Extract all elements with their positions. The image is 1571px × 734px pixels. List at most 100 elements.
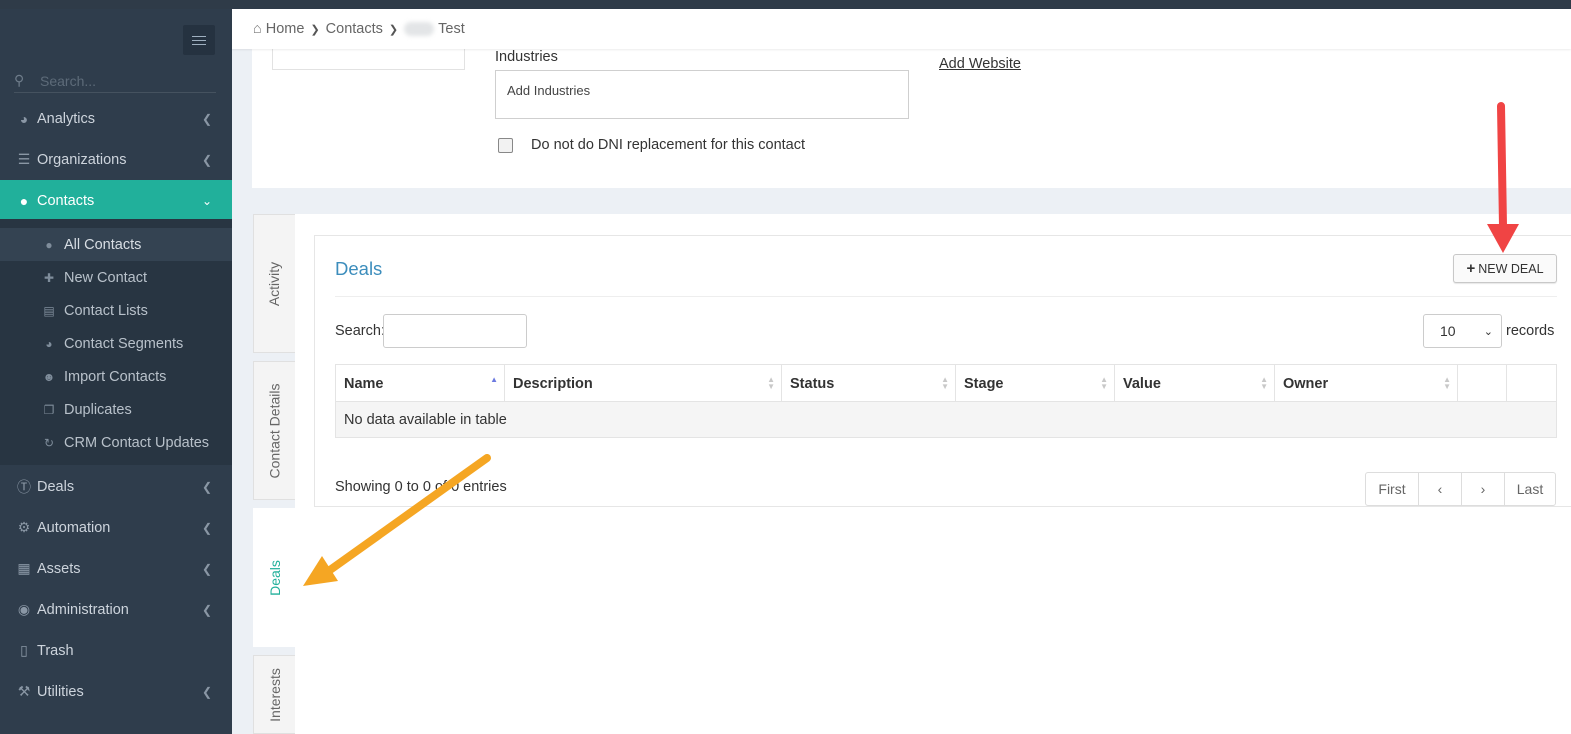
sidebar-item-contacts[interactable]: ● Contacts ⌄ <box>0 180 232 221</box>
dni-checkbox[interactable] <box>498 137 513 153</box>
column-header-description[interactable]: Description ▲ ▼ <box>505 365 782 402</box>
sidebar-subitem-import-contacts[interactable]: ☻ Import Contacts <box>0 360 232 393</box>
sidebar-search-input[interactable] <box>40 72 210 89</box>
new-deal-button[interactable]: + NEW DEAL <box>1453 254 1557 283</box>
pie-chart-icon: ◕ <box>45 336 53 351</box>
wrench-icon: ⚒ <box>17 683 31 699</box>
tab-interests[interactable]: Interests <box>253 655 295 734</box>
page-length-value: 10 <box>1440 323 1456 339</box>
column-header-stage[interactable]: Stage ▲ ▼ <box>956 365 1115 402</box>
deals-search-input[interactable] <box>383 314 527 348</box>
tab-deals[interactable]: Deals <box>253 508 295 647</box>
breadcrumb-current: Test <box>438 21 465 37</box>
sidebar-subitem-crm-contact-updates[interactable]: ↻ CRM Contact Updates <box>0 426 232 459</box>
sidebar-search: ⚲ <box>14 69 216 93</box>
deals-table: Name ▲ Description ▲ ▼ Status ▲ ▼ Stage ▲ ▼… <box>335 364 1557 438</box>
dni-label: Do not do DNI replacement for this conta… <box>531 137 806 153</box>
sidebar-subitem-label: Contact Segments <box>64 335 184 352</box>
sidebar-item-organizations[interactable]: ☰ Organizations ❮ <box>0 139 232 180</box>
sidebar-item-analytics[interactable]: ◕ Analytics ❮ <box>0 98 232 139</box>
deals-search-label: Search: <box>335 323 385 339</box>
sidebar-item-trash[interactable]: ▯ Trash <box>0 630 232 671</box>
sidebar-subitem-contact-segments[interactable]: ◕ Contact Segments <box>0 327 232 360</box>
chevron-right-icon: ❯ <box>310 23 320 36</box>
copy-icon: ❐ <box>43 402 55 417</box>
sidebar-subitem-duplicates[interactable]: ❐ Duplicates <box>0 393 232 426</box>
dashboard-icon: ◕ <box>19 110 29 127</box>
deals-title: Deals <box>335 258 383 279</box>
chevron-right-icon: ❯ <box>388 23 399 36</box>
tab-label: Deals <box>266 559 283 596</box>
sidebar-item-administration[interactable]: ◉ Administration ❮ <box>0 589 232 630</box>
tab-label: Interests <box>266 668 283 722</box>
dollar-icon: Ⓣ <box>17 478 31 495</box>
sidebar-subitem-label: Contact Lists <box>64 302 148 319</box>
tab-content: Deals + NEW DEAL Search: 10 ⌄ records Na… <box>295 214 1571 734</box>
new-deal-label: NEW DEAL <box>1478 261 1544 276</box>
pager-first-button[interactable]: First <box>1366 473 1419 505</box>
chevron-left-icon: ❮ <box>201 684 212 699</box>
sidebar-subitem-label: New Contact <box>64 269 148 286</box>
contact-form-panel: Industries Add Industries Add Website Do… <box>252 49 1571 188</box>
menu-toggle-button[interactable] <box>183 25 215 55</box>
breadcrumb-contacts-link[interactable]: Contacts <box>326 21 383 37</box>
column-header-action-2 <box>1507 365 1556 402</box>
redacted-name <box>404 22 435 36</box>
column-header-name[interactable]: Name ▲ <box>336 365 505 402</box>
breadcrumb-home-link[interactable]: Home <box>266 21 305 37</box>
add-website-link[interactable]: Add Website <box>939 56 1021 72</box>
chevron-left-icon: ❮ <box>201 152 212 167</box>
column-header-status[interactable]: Status ▲ ▼ <box>782 365 956 402</box>
column-header-owner[interactable]: Owner ▲ ▼ <box>1275 365 1458 402</box>
column-label: Stage <box>964 375 1004 392</box>
home-icon: ⌂ <box>253 21 262 37</box>
sidebar-subitem-all-contacts[interactable]: ● All Contacts <box>0 228 232 261</box>
column-label: Value <box>1123 375 1161 392</box>
column-header-action-1 <box>1458 365 1507 402</box>
industries-input[interactable]: Add Industries <box>495 70 909 119</box>
sidebar-item-label: Deals <box>37 478 75 495</box>
tab-activity[interactable]: Activity <box>253 214 295 353</box>
column-header-value[interactable]: Value ▲ ▼ <box>1115 365 1275 402</box>
sidebar-subitem-label: All Contacts <box>64 236 142 253</box>
sidebar-item-label: Automation <box>37 519 111 536</box>
records-label: records <box>1506 323 1555 339</box>
sidebar-subitem-label: CRM Contact Updates <box>64 434 210 451</box>
trash-icon: ▯ <box>20 642 28 658</box>
plus-icon: + <box>1466 260 1476 277</box>
contact-photo-box <box>272 49 465 70</box>
sidebar-item-label: Utilities <box>37 683 84 700</box>
sidebar-item-label: Trash <box>37 642 74 659</box>
pager-next-button[interactable]: › <box>1462 473 1505 505</box>
sort-icon: ▲ ▼ <box>767 375 775 391</box>
sidebar-item-label: Organizations <box>37 151 127 168</box>
tab-contact-details[interactable]: Contact Details <box>253 361 295 500</box>
page-length-select[interactable]: 10 ⌄ <box>1423 314 1502 348</box>
empty-table-row: No data available in table <box>336 402 1556 437</box>
sidebar-item-deals[interactable]: Ⓣ Deals ❮ <box>0 466 232 507</box>
grid-icon: ▦ <box>17 560 31 576</box>
pager-last-button[interactable]: Last <box>1505 473 1555 505</box>
pager-prev-button[interactable]: ‹ <box>1419 473 1462 505</box>
sidebar-item-label: Assets <box>37 560 81 577</box>
sidebar-item-automation[interactable]: ⚙ Automation ❮ <box>0 507 232 548</box>
sidebar-subitem-new-contact[interactable]: ✚ New Contact <box>0 261 232 294</box>
table-header: Name ▲ Description ▲ ▼ Status ▲ ▼ Stage ▲ ▼… <box>336 365 1556 402</box>
sidebar-item-assets[interactable]: ▦ Assets ❮ <box>0 548 232 589</box>
search-icon: ⚲ <box>14 72 25 88</box>
sort-asc-icon: ▲ <box>490 375 498 384</box>
users-icon: ● <box>45 237 53 252</box>
sidebar-item-label: Contacts <box>37 192 95 209</box>
refresh-icon: ↻ <box>43 435 55 450</box>
sort-icon: ▲ ▼ <box>1260 375 1268 391</box>
sitemap-icon: ☰ <box>17 151 31 167</box>
list-icon: ▤ <box>43 303 55 318</box>
lock-icon: ◉ <box>17 601 31 617</box>
users-icon: ● <box>19 192 29 209</box>
table-info: Showing 0 to 0 of 0 entries <box>335 479 507 495</box>
chevron-left-icon: ❮ <box>201 520 212 535</box>
chevron-down-icon: ⌄ <box>1483 325 1493 338</box>
sidebar-subitem-contact-lists[interactable]: ▤ Contact Lists <box>0 294 232 327</box>
sidebar-item-utilities[interactable]: ⚒ Utilities ❮ <box>0 671 232 712</box>
column-label: Owner <box>1283 375 1329 392</box>
